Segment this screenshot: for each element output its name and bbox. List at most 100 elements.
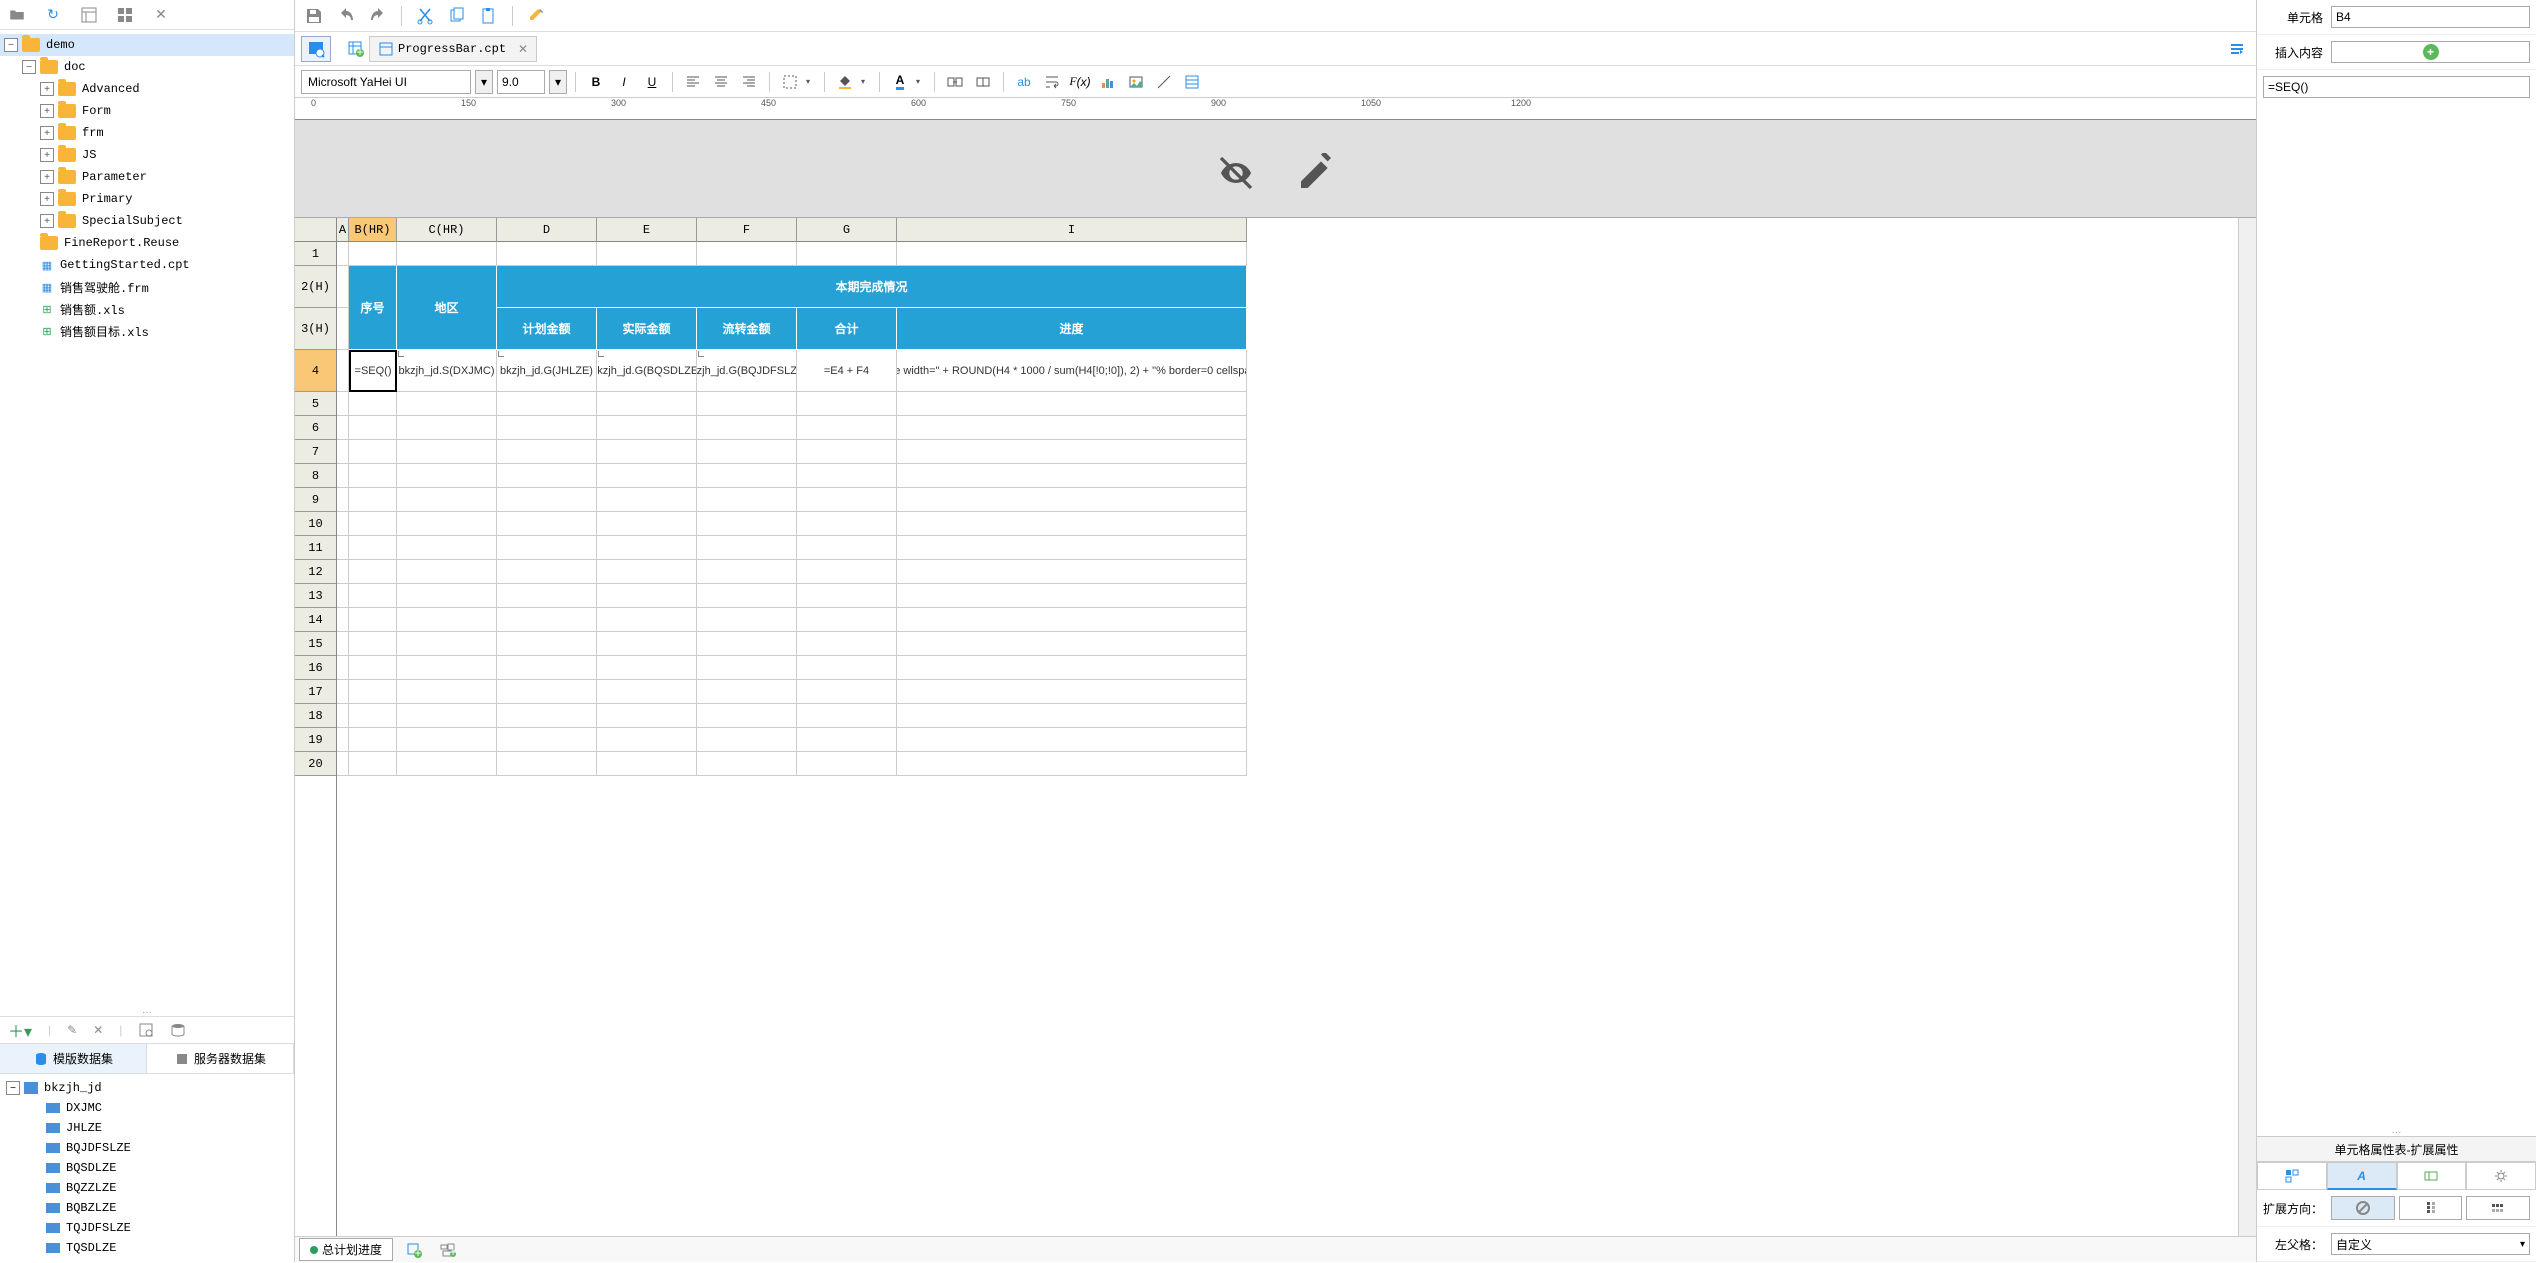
tree-folder-parameter[interactable]: Parameter: [0, 166, 294, 188]
tree-folder-finereport-reuse[interactable]: FineReport.Reuse: [0, 232, 294, 254]
prop-tab-expand[interactable]: [2257, 1162, 2327, 1190]
cell[interactable]: [897, 704, 1247, 728]
cell[interactable]: [797, 656, 897, 680]
cell[interactable]: [337, 512, 349, 536]
tab-template-dataset[interactable]: 模版数据集: [0, 1044, 147, 1073]
header-transfer[interactable]: 流转金额: [697, 308, 797, 350]
cell[interactable]: [597, 440, 697, 464]
cell[interactable]: [497, 728, 597, 752]
chart-button[interactable]: [1096, 70, 1120, 94]
cell[interactable]: [897, 632, 1247, 656]
vertical-scrollbar[interactable]: [2238, 218, 2256, 1236]
cell[interactable]: [897, 560, 1247, 584]
cell-e4[interactable]: bkzjh_jd.G(BQSDLZE): [597, 350, 697, 392]
right-splitter[interactable]: ···: [2257, 1128, 2536, 1136]
formula-input[interactable]: [2263, 76, 2530, 98]
cell[interactable]: [397, 752, 497, 776]
row-header[interactable]: 17: [295, 680, 336, 704]
expander-icon[interactable]: [40, 104, 54, 118]
cell[interactable]: [497, 584, 597, 608]
cell[interactable]: [797, 608, 897, 632]
properties-icon[interactable]: [80, 6, 98, 24]
dataset-column-bqjdfslze[interactable]: BQJDFSLZE: [0, 1138, 294, 1158]
cell[interactable]: [897, 440, 1247, 464]
cell[interactable]: [497, 656, 597, 680]
close-icon[interactable]: ✕: [152, 6, 170, 24]
cell[interactable]: [497, 392, 597, 416]
cell[interactable]: [397, 242, 497, 266]
header-seq[interactable]: 序号: [349, 266, 397, 350]
cell[interactable]: [337, 656, 349, 680]
cell[interactable]: [337, 536, 349, 560]
cell[interactable]: [897, 512, 1247, 536]
cell[interactable]: [397, 416, 497, 440]
prop-tab-other[interactable]: [2466, 1162, 2536, 1190]
left-parent-select[interactable]: 自定义 ▾: [2331, 1233, 2530, 1255]
dataset-column-bqzzlze[interactable]: BQZZLZE: [0, 1178, 294, 1198]
cell[interactable]: [337, 350, 349, 392]
select-all-corner[interactable]: [295, 218, 336, 242]
cell[interactable]: [797, 632, 897, 656]
cell[interactable]: [797, 536, 897, 560]
cell[interactable]: [397, 680, 497, 704]
dataset-column-bqbzlze[interactable]: BQBZLZE: [0, 1198, 294, 1218]
cell[interactable]: [497, 608, 597, 632]
cell[interactable]: [797, 512, 897, 536]
row-header[interactable]: 2(H): [295, 266, 336, 308]
cell[interactable]: [697, 512, 797, 536]
cell[interactable]: [597, 584, 697, 608]
image-button[interactable]: [1124, 70, 1148, 94]
cell[interactable]: [397, 560, 497, 584]
cell[interactable]: [797, 416, 897, 440]
font-name-select[interactable]: Microsoft YaHei UI: [301, 70, 471, 94]
cell[interactable]: [597, 416, 697, 440]
cell[interactable]: [349, 608, 397, 632]
cell[interactable]: [349, 488, 397, 512]
cell[interactable]: [797, 488, 897, 512]
cell[interactable]: [697, 488, 797, 512]
prop-tab-present[interactable]: [2397, 1162, 2467, 1190]
header-actual[interactable]: 实际金额: [597, 308, 697, 350]
cell[interactable]: [397, 584, 497, 608]
cell[interactable]: [337, 242, 349, 266]
redo-icon[interactable]: [365, 3, 391, 29]
row-header[interactable]: 16: [295, 656, 336, 680]
add-dataset-icon[interactable]: ＋▾: [8, 1018, 32, 1042]
cell[interactable]: [349, 632, 397, 656]
expander-icon[interactable]: [4, 38, 18, 52]
cell[interactable]: [397, 704, 497, 728]
cut-icon[interactable]: [412, 3, 438, 29]
merge-cells-button[interactable]: [943, 70, 967, 94]
row-header[interactable]: 5: [295, 392, 336, 416]
font-color-button[interactable]: A: [888, 70, 912, 94]
cell[interactable]: [797, 440, 897, 464]
cell-f4[interactable]: bkzjh_jd.G(BQJDFSLZE): [697, 350, 797, 392]
tree-file--xls[interactable]: ⊞销售额目标.xls: [0, 320, 294, 342]
cell[interactable]: [797, 392, 897, 416]
open-folder-icon[interactable]: [8, 6, 26, 24]
tree-file--xls[interactable]: ⊞销售额.xls: [0, 298, 294, 320]
font-name-dropdown-icon[interactable]: ▾: [475, 70, 493, 94]
cell[interactable]: [697, 704, 797, 728]
tree-folder-specialsubject[interactable]: SpecialSubject: [0, 210, 294, 232]
cell[interactable]: [697, 242, 797, 266]
cell-reference-input[interactable]: [2331, 6, 2530, 28]
cell[interactable]: [697, 440, 797, 464]
paste-icon[interactable]: [476, 3, 502, 29]
unmerge-cells-button[interactable]: [971, 70, 995, 94]
tree-folder-primary[interactable]: Primary: [0, 188, 294, 210]
cell[interactable]: [897, 584, 1247, 608]
cell[interactable]: [697, 752, 797, 776]
underline-button[interactable]: U: [640, 70, 664, 94]
cell[interactable]: [337, 440, 349, 464]
cell[interactable]: [697, 728, 797, 752]
undo-icon[interactable]: [333, 3, 359, 29]
dataset-column-tqsdlze[interactable]: TQSDLZE: [0, 1238, 294, 1258]
add-sheet-icon[interactable]: +: [401, 1237, 427, 1263]
cell[interactable]: [797, 704, 897, 728]
formula-button[interactable]: F(x): [1068, 70, 1092, 94]
row-header[interactable]: 19: [295, 728, 336, 752]
row-header[interactable]: 9: [295, 488, 336, 512]
cell[interactable]: [697, 656, 797, 680]
cell[interactable]: [349, 242, 397, 266]
